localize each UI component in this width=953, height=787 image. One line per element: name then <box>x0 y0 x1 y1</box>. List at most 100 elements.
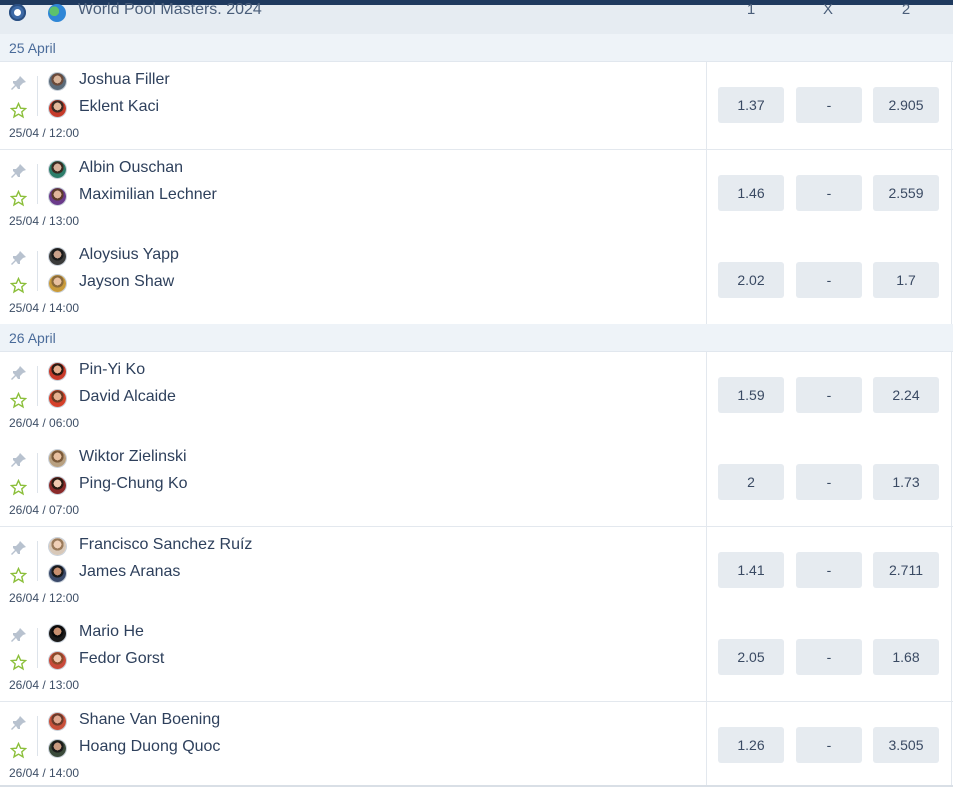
player-avatar <box>49 73 66 90</box>
odd-2-button[interactable]: 2.905 <box>873 87 939 123</box>
divider <box>951 352 952 439</box>
star-icon[interactable] <box>10 654 27 671</box>
odd-x-button[interactable]: - <box>796 377 862 413</box>
odd-1-button[interactable]: 1.37 <box>718 87 784 123</box>
match-row[interactable]: Albin Ouschan Maximilian Lechner 25/04 /… <box>0 150 953 238</box>
match-row[interactable]: Mario He Fedor Gorst 26/04 / 13:00 2.05 … <box>0 614 953 702</box>
player-1-name[interactable]: Shane Van Boening <box>79 711 220 729</box>
match-row[interactable]: Pin-Yi Ko David Alcaide 26/04 / 06:00 1.… <box>0 352 953 440</box>
pin-icon[interactable] <box>11 540 27 556</box>
player-1-name[interactable]: Pin-Yi Ko <box>79 361 145 379</box>
player-avatar <box>49 275 66 292</box>
player-avatar <box>49 363 66 380</box>
match-time: 26/04 / 14:00 <box>9 766 80 780</box>
match-row[interactable]: Wiktor Zielinski Ping-Chung Ko 26/04 / 0… <box>0 439 953 527</box>
player-avatar <box>49 450 66 467</box>
odd-1-button[interactable]: 2 <box>718 464 784 500</box>
odd-2-button[interactable]: 2.24 <box>873 377 939 413</box>
odd-1-button[interactable]: 1.41 <box>718 552 784 588</box>
separator <box>37 628 38 668</box>
odd-2-button[interactable]: 1.68 <box>873 639 939 675</box>
star-icon[interactable] <box>10 742 27 759</box>
star-icon[interactable] <box>10 190 27 207</box>
player-1-name[interactable]: Mario He <box>79 623 144 641</box>
pin-icon[interactable] <box>11 75 27 91</box>
odd-x-button[interactable]: - <box>796 464 862 500</box>
col-header-x: X <box>822 1 833 18</box>
odd-x-button[interactable]: - <box>796 262 862 298</box>
odd-x-button[interactable]: - <box>796 175 862 211</box>
divider <box>706 150 707 237</box>
separator <box>37 716 38 756</box>
divider <box>706 237 707 324</box>
pin-icon[interactable] <box>11 452 27 468</box>
odd-1-button[interactable]: 2.02 <box>718 262 784 298</box>
odd-1-button[interactable]: 2.05 <box>718 639 784 675</box>
date-label: 25 April <box>9 40 56 56</box>
match-time: 26/04 / 06:00 <box>9 416 80 430</box>
player-2-name[interactable]: Hoang Duong Quoc <box>79 738 220 756</box>
player-avatar <box>49 740 66 757</box>
player-avatar <box>49 713 66 730</box>
star-icon[interactable] <box>10 479 27 496</box>
player-1-name[interactable]: Albin Ouschan <box>79 159 183 177</box>
star-icon[interactable] <box>10 102 27 119</box>
player-avatar <box>49 161 66 178</box>
pin-icon[interactable] <box>11 163 27 179</box>
match-row[interactable]: Aloysius Yapp Jayson Shaw 25/04 / 14:00 … <box>0 237 953 325</box>
odd-1-button[interactable]: 1.59 <box>718 377 784 413</box>
odd-2-button[interactable]: 1.7 <box>873 262 939 298</box>
separator <box>37 541 38 581</box>
odd-x-button[interactable]: - <box>796 552 862 588</box>
divider <box>951 62 952 149</box>
odd-2-button[interactable]: 2.711 <box>873 552 939 588</box>
divider <box>706 614 707 701</box>
player-1-name[interactable]: Wiktor Zielinski <box>79 448 187 466</box>
divider <box>951 439 952 526</box>
divider <box>706 527 707 614</box>
pin-icon[interactable] <box>11 250 27 266</box>
star-icon[interactable] <box>10 567 27 584</box>
match-row[interactable]: Francisco Sanchez Ruíz James Aranas 26/0… <box>0 527 953 615</box>
odd-x-button[interactable]: - <box>796 639 862 675</box>
player-1-name[interactable]: Aloysius Yapp <box>79 246 179 264</box>
star-icon[interactable] <box>10 277 27 294</box>
player-avatar <box>49 565 66 582</box>
odd-x-button[interactable]: - <box>796 727 862 763</box>
divider <box>706 62 707 149</box>
col-header-1: 1 <box>746 1 756 18</box>
player-avatar <box>49 248 66 265</box>
pin-icon[interactable] <box>11 365 27 381</box>
match-row[interactable]: Joshua Filler Eklent Kaci 25/04 / 12:00 … <box>0 62 953 150</box>
odd-2-button[interactable]: 3.505 <box>873 727 939 763</box>
separator <box>37 366 38 406</box>
pin-icon[interactable] <box>11 627 27 643</box>
league-header: World Pool Masters. 2024 1 X 2 <box>0 1 953 34</box>
divider <box>951 614 952 701</box>
odd-x-button[interactable]: - <box>796 87 862 123</box>
separator <box>37 251 38 291</box>
odd-2-button[interactable]: 1.73 <box>873 464 939 500</box>
divider <box>951 702 952 785</box>
odd-1-button[interactable]: 1.26 <box>718 727 784 763</box>
date-header: 25 April <box>0 34 953 62</box>
separator <box>37 164 38 204</box>
player-2-name[interactable]: David Alcaide <box>79 388 176 406</box>
player-avatar <box>49 390 66 407</box>
star-icon[interactable] <box>10 392 27 409</box>
player-2-name[interactable]: Maximilian Lechner <box>79 186 217 204</box>
player-2-name[interactable]: Fedor Gorst <box>79 650 164 668</box>
odd-1-button[interactable]: 1.46 <box>718 175 784 211</box>
pin-icon[interactable] <box>11 715 27 731</box>
divider <box>951 237 952 324</box>
league-title[interactable]: World Pool Masters. 2024 <box>78 1 262 19</box>
player-2-name[interactable]: Ping-Chung Ko <box>79 475 188 493</box>
player-2-name[interactable]: Jayson Shaw <box>79 273 174 291</box>
player-1-name[interactable]: Francisco Sanchez Ruíz <box>79 536 252 554</box>
player-1-name[interactable]: Joshua Filler <box>79 71 170 89</box>
match-row[interactable]: Shane Van Boening Hoang Duong Quoc 26/04… <box>0 702 953 786</box>
player-2-name[interactable]: James Aranas <box>79 563 180 581</box>
odd-2-button[interactable]: 2.559 <box>873 175 939 211</box>
player-2-name[interactable]: Eklent Kaci <box>79 98 159 116</box>
divider <box>951 150 952 237</box>
